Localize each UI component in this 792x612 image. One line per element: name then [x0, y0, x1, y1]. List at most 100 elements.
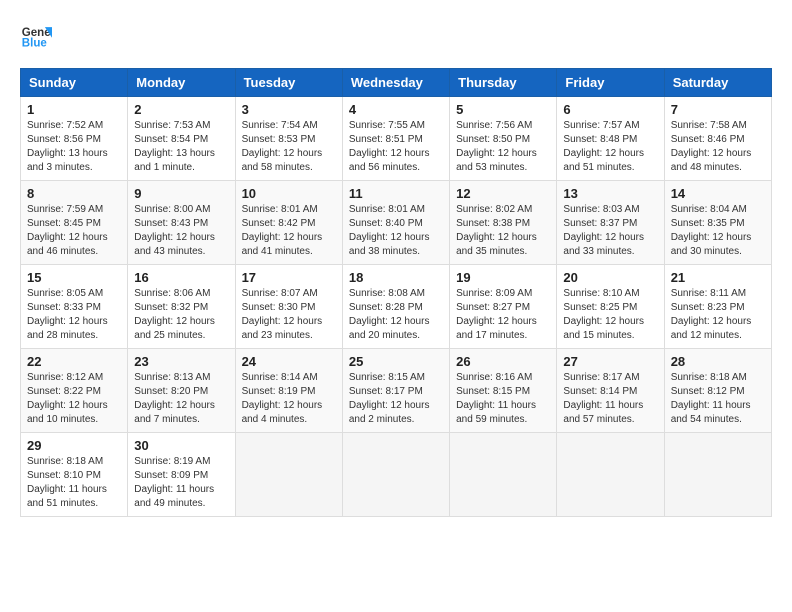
day-info: Sunrise: 7:54 AM Sunset: 8:53 PM Dayligh… — [242, 119, 336, 175]
calendar-body: 1 Sunrise: 7:52 AM Sunset: 8:56 PM Daylig… — [21, 97, 772, 517]
day-cell: 30Sunrise: 8:19 AM Sunset: 8:09 PM Dayli… — [128, 433, 235, 517]
day-cell: 3 Sunrise: 7:54 AM Sunset: 8:53 PM Daylig… — [235, 97, 342, 181]
day-number: 28 — [671, 354, 765, 369]
day-info: Sunrise: 8:17 AM Sunset: 8:14 PM Dayligh… — [563, 371, 657, 427]
day-number: 17 — [242, 270, 336, 285]
day-info: Sunrise: 8:11 AM Sunset: 8:23 PM Dayligh… — [671, 287, 765, 343]
day-info: Sunrise: 8:15 AM Sunset: 8:17 PM Dayligh… — [349, 371, 443, 427]
day-number: 21 — [671, 270, 765, 285]
day-cell: 7Sunrise: 7:58 AM Sunset: 8:46 PM Daylig… — [664, 97, 771, 181]
weekday-thursday: Thursday — [450, 69, 557, 97]
day-number: 1 — [27, 102, 121, 117]
day-info: Sunrise: 8:12 AM Sunset: 8:22 PM Dayligh… — [27, 371, 121, 427]
day-number: 5 — [456, 102, 550, 117]
week-row-2: 8 Sunrise: 7:59 AM Sunset: 8:45 PM Daylig… — [21, 181, 772, 265]
day-number: 25 — [349, 354, 443, 369]
weekday-header-row: SundayMondayTuesdayWednesdayThursdayFrid… — [21, 69, 772, 97]
day-cell: 19Sunrise: 8:09 AM Sunset: 8:27 PM Dayli… — [450, 265, 557, 349]
day-cell — [450, 433, 557, 517]
day-info: Sunrise: 7:59 AM Sunset: 8:45 PM Dayligh… — [27, 203, 121, 259]
day-number: 10 — [242, 186, 336, 201]
day-info: Sunrise: 8:07 AM Sunset: 8:30 PM Dayligh… — [242, 287, 336, 343]
day-cell: 28 Sunrise: 8:18 AM Sunset: 8:12 PM Dayli… — [664, 349, 771, 433]
day-cell — [557, 433, 664, 517]
logo: General Blue — [20, 20, 56, 52]
day-number: 22 — [27, 354, 121, 369]
day-number: 12 — [456, 186, 550, 201]
weekday-friday: Friday — [557, 69, 664, 97]
day-number: 8 — [27, 186, 121, 201]
day-cell: 17 Sunrise: 8:07 AM Sunset: 8:30 PM Dayli… — [235, 265, 342, 349]
day-info: Sunrise: 8:18 AM Sunset: 8:10 PM Dayligh… — [27, 455, 121, 511]
day-info: Sunrise: 8:02 AM Sunset: 8:38 PM Dayligh… — [456, 203, 550, 259]
day-number: 15 — [27, 270, 121, 285]
day-cell: 2 Sunrise: 7:53 AM Sunset: 8:54 PM Daylig… — [128, 97, 235, 181]
day-number: 3 — [242, 102, 336, 117]
day-number: 14 — [671, 186, 765, 201]
day-number: 19 — [456, 270, 550, 285]
week-row-3: 15 Sunrise: 8:05 AM Sunset: 8:33 PM Dayli… — [21, 265, 772, 349]
calendar-table: SundayMondayTuesdayWednesdayThursdayFrid… — [20, 68, 772, 517]
day-cell: 4 Sunrise: 7:55 AM Sunset: 8:51 PM Daylig… — [342, 97, 449, 181]
day-number: 24 — [242, 354, 336, 369]
day-info: Sunrise: 8:10 AM Sunset: 8:25 PM Dayligh… — [563, 287, 657, 343]
day-cell: 23 Sunrise: 8:13 AM Sunset: 8:20 PM Dayli… — [128, 349, 235, 433]
day-number: 26 — [456, 354, 550, 369]
svg-text:Blue: Blue — [22, 38, 48, 50]
day-cell — [664, 433, 771, 517]
day-info: Sunrise: 8:05 AM Sunset: 8:33 PM Dayligh… — [27, 287, 121, 343]
logo-icon: General Blue — [20, 20, 52, 52]
day-cell: 15 Sunrise: 8:05 AM Sunset: 8:33 PM Dayli… — [21, 265, 128, 349]
day-info: Sunrise: 8:06 AM Sunset: 8:32 PM Dayligh… — [134, 287, 228, 343]
day-info: Sunrise: 8:14 AM Sunset: 8:19 PM Dayligh… — [242, 371, 336, 427]
day-cell: 1 Sunrise: 7:52 AM Sunset: 8:56 PM Daylig… — [21, 97, 128, 181]
day-cell: 8 Sunrise: 7:59 AM Sunset: 8:45 PM Daylig… — [21, 181, 128, 265]
week-row-5: 29Sunrise: 8:18 AM Sunset: 8:10 PM Dayli… — [21, 433, 772, 517]
weekday-monday: Monday — [128, 69, 235, 97]
day-number: 23 — [134, 354, 228, 369]
weekday-wednesday: Wednesday — [342, 69, 449, 97]
day-cell: 5 Sunrise: 7:56 AM Sunset: 8:50 PM Daylig… — [450, 97, 557, 181]
day-info: Sunrise: 8:18 AM Sunset: 8:12 PM Dayligh… — [671, 371, 765, 427]
day-number: 9 — [134, 186, 228, 201]
week-row-1: 1 Sunrise: 7:52 AM Sunset: 8:56 PM Daylig… — [21, 97, 772, 181]
day-number: 11 — [349, 186, 443, 201]
day-cell: 29Sunrise: 8:18 AM Sunset: 8:10 PM Dayli… — [21, 433, 128, 517]
day-cell — [342, 433, 449, 517]
day-number: 7 — [671, 102, 765, 117]
day-cell: 18 Sunrise: 8:08 AM Sunset: 8:28 PM Dayli… — [342, 265, 449, 349]
day-number: 27 — [563, 354, 657, 369]
day-info: Sunrise: 8:03 AM Sunset: 8:37 PM Dayligh… — [563, 203, 657, 259]
day-info: Sunrise: 8:08 AM Sunset: 8:28 PM Dayligh… — [349, 287, 443, 343]
day-info: Sunrise: 7:55 AM Sunset: 8:51 PM Dayligh… — [349, 119, 443, 175]
day-info: Sunrise: 8:00 AM Sunset: 8:43 PM Dayligh… — [134, 203, 228, 259]
day-info: Sunrise: 7:56 AM Sunset: 8:50 PM Dayligh… — [456, 119, 550, 175]
day-info: Sunrise: 7:57 AM Sunset: 8:48 PM Dayligh… — [563, 119, 657, 175]
day-cell: 20 Sunrise: 8:10 AM Sunset: 8:25 PM Dayli… — [557, 265, 664, 349]
weekday-saturday: Saturday — [664, 69, 771, 97]
day-info: Sunrise: 7:52 AM Sunset: 8:56 PM Dayligh… — [27, 119, 121, 175]
day-cell: 22 Sunrise: 8:12 AM Sunset: 8:22 PM Dayli… — [21, 349, 128, 433]
day-cell: 24 Sunrise: 8:14 AM Sunset: 8:19 PM Dayli… — [235, 349, 342, 433]
day-number: 20 — [563, 270, 657, 285]
day-info: Sunrise: 8:16 AM Sunset: 8:15 PM Dayligh… — [456, 371, 550, 427]
day-info: Sunrise: 7:53 AM Sunset: 8:54 PM Dayligh… — [134, 119, 228, 175]
day-cell: 25 Sunrise: 8:15 AM Sunset: 8:17 PM Dayli… — [342, 349, 449, 433]
day-cell — [235, 433, 342, 517]
day-cell: 21 Sunrise: 8:11 AM Sunset: 8:23 PM Dayli… — [664, 265, 771, 349]
day-number: 18 — [349, 270, 443, 285]
day-number: 6 — [563, 102, 657, 117]
day-number: 4 — [349, 102, 443, 117]
day-info: Sunrise: 8:19 AM Sunset: 8:09 PM Dayligh… — [134, 455, 228, 511]
day-cell: 6 Sunrise: 7:57 AM Sunset: 8:48 PM Daylig… — [557, 97, 664, 181]
day-info: Sunrise: 8:13 AM Sunset: 8:20 PM Dayligh… — [134, 371, 228, 427]
day-number: 13 — [563, 186, 657, 201]
day-info: Sunrise: 8:01 AM Sunset: 8:40 PM Dayligh… — [349, 203, 443, 259]
day-cell: 9 Sunrise: 8:00 AM Sunset: 8:43 PM Daylig… — [128, 181, 235, 265]
day-cell: 26 Sunrise: 8:16 AM Sunset: 8:15 PM Dayli… — [450, 349, 557, 433]
day-cell: 12 Sunrise: 8:02 AM Sunset: 8:38 PM Dayli… — [450, 181, 557, 265]
day-cell: 10Sunrise: 8:01 AM Sunset: 8:42 PM Dayli… — [235, 181, 342, 265]
day-cell: 27 Sunrise: 8:17 AM Sunset: 8:14 PM Dayli… — [557, 349, 664, 433]
day-number: 2 — [134, 102, 228, 117]
week-row-4: 22 Sunrise: 8:12 AM Sunset: 8:22 PM Dayli… — [21, 349, 772, 433]
